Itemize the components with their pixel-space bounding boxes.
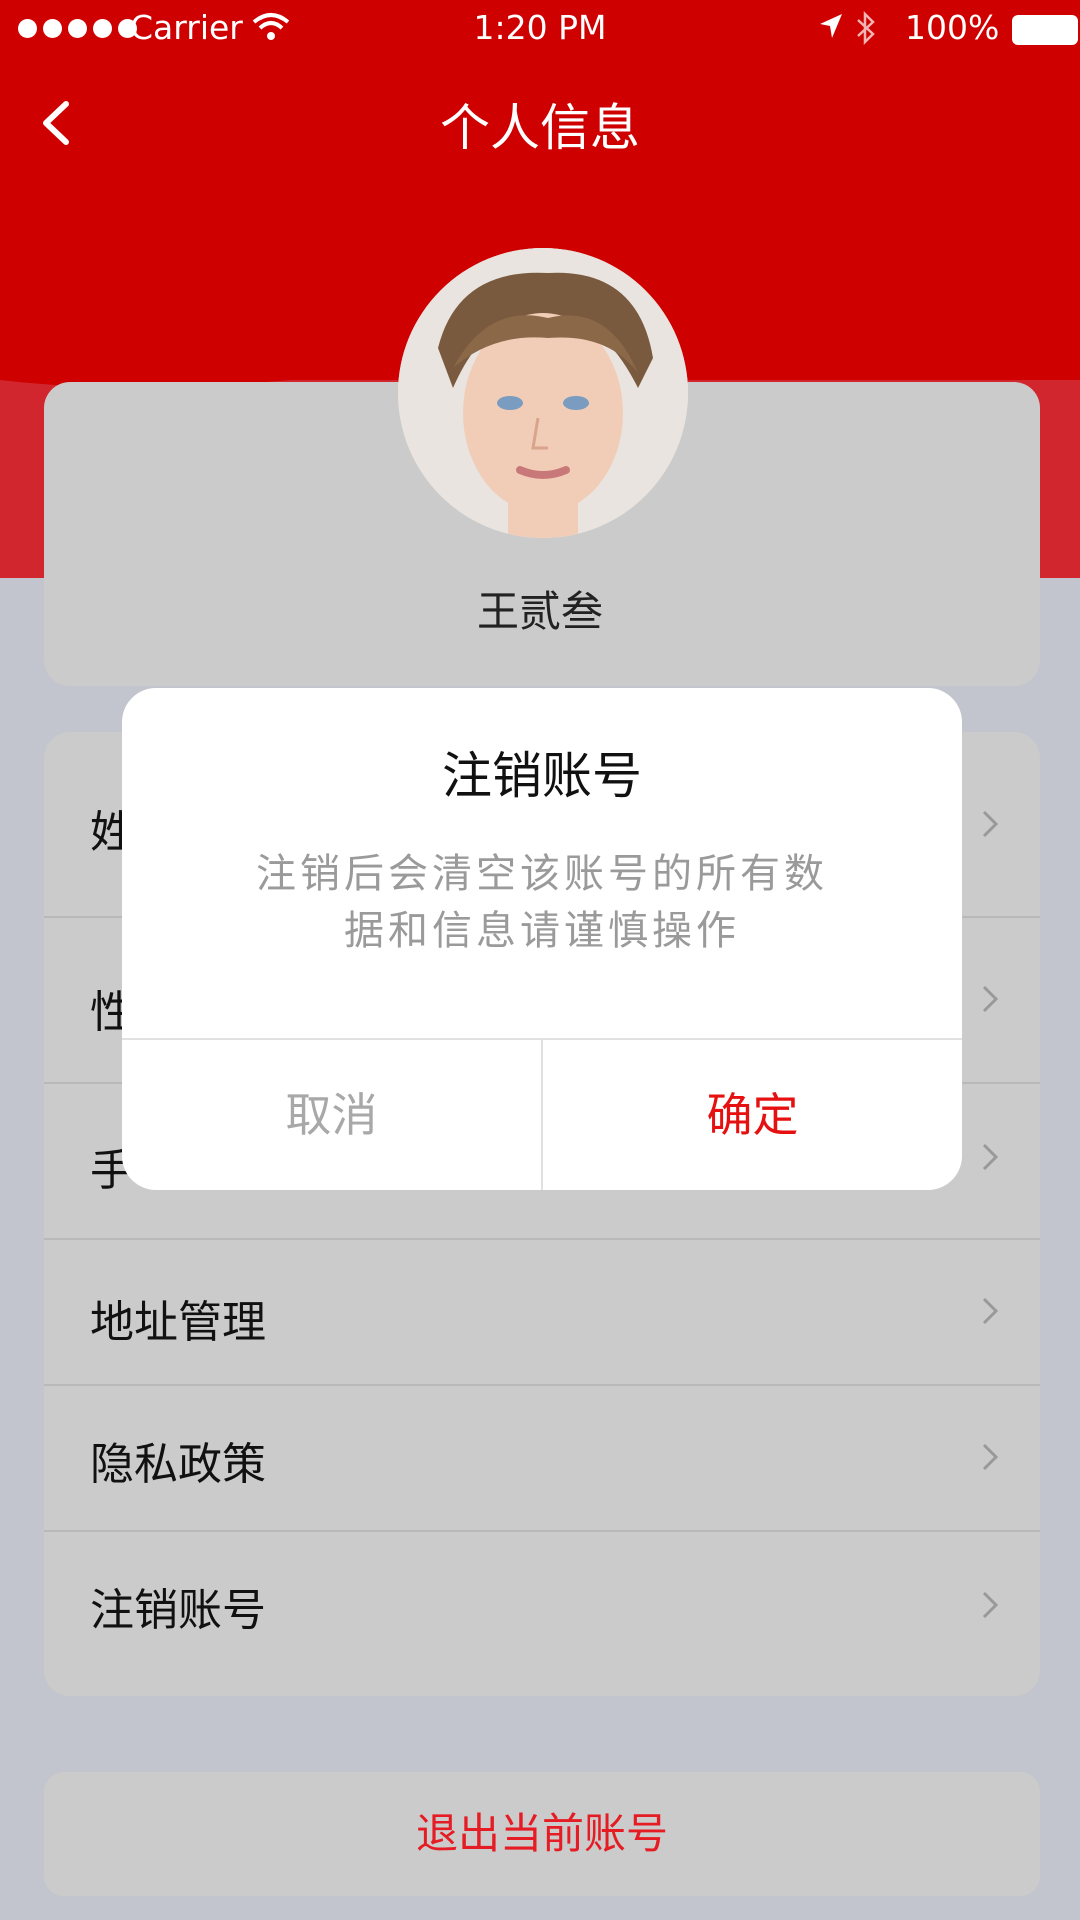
delete-account-dialog: 注销账号 注销后会清空该账号的所有数 据和信息请谨慎操作 取消 确定 [122, 688, 962, 1190]
cancel-button[interactable]: 取消 [122, 1040, 541, 1190]
logout-button[interactable]: 退出当前账号 [44, 1772, 1040, 1896]
menu-item-delete-account[interactable]: 注销账号 [44, 1530, 1040, 1696]
bluetooth-icon [857, 10, 875, 46]
menu-item-label: 注销账号 [90, 1585, 266, 1636]
dialog-title: 注销账号 [442, 747, 642, 805]
battery-percent: 100% [905, 8, 1000, 47]
location-arrow-icon [820, 14, 842, 38]
status-bar: Carrier 1:20 PM 100% [0, 0, 1080, 60]
page-title: 个人信息 [440, 99, 640, 157]
menu-item-label: 地址管理 [90, 1297, 266, 1348]
chevron-right-icon [982, 1591, 999, 1619]
dialog-message-line: 据和信息请谨慎操作 [344, 908, 740, 954]
menu-item-privacy[interactable]: 隐私政策 [44, 1384, 1040, 1532]
chevron-right-icon [982, 1297, 999, 1325]
dialog-message-line: 注销后会清空该账号的所有数 [256, 851, 828, 897]
chevron-right-icon [982, 1143, 999, 1171]
battery-icon [1012, 15, 1078, 45]
confirm-button[interactable]: 确定 [543, 1040, 962, 1190]
menu-item-address[interactable]: 地址管理 [44, 1238, 1040, 1386]
chevron-right-icon [982, 985, 999, 1013]
avatar-photo [398, 248, 688, 538]
avatar[interactable] [398, 248, 688, 538]
menu-item-label: 隐私政策 [90, 1439, 266, 1490]
user-name: 王贰叁 [476, 587, 603, 636]
chevron-right-icon [982, 1443, 999, 1471]
chevron-right-icon [982, 810, 999, 838]
dialog-message: 注销后会清空该账号的所有数 据和信息请谨慎操作 [232, 846, 852, 960]
